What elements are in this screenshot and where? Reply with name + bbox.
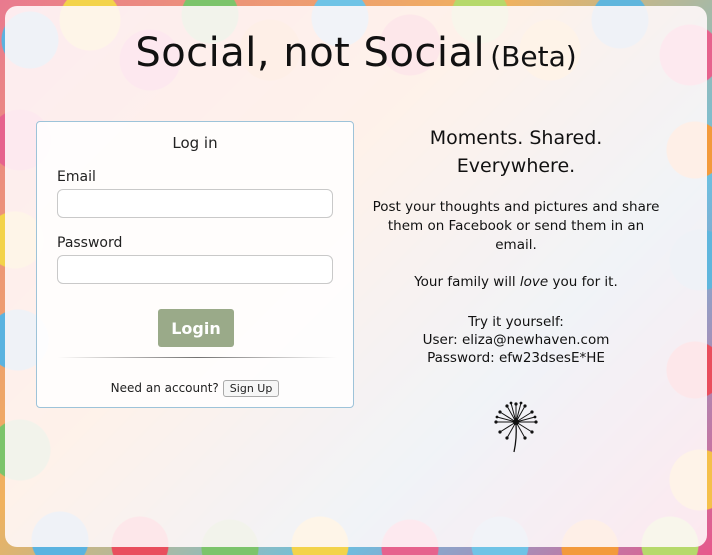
demo-credentials: Try it yourself: User: eliza@newhaven.co… — [366, 313, 666, 367]
login-button[interactable]: Login — [158, 309, 234, 347]
try-heading: Try it yourself: — [468, 314, 564, 330]
tagline-line-1: Moments. Shared. — [429, 127, 603, 149]
email-field[interactable] — [57, 189, 333, 218]
family-text: Your family will love you for it. — [366, 274, 666, 290]
beta-label: (Beta) — [490, 40, 577, 73]
tagline: Moments. Shared. Everywhere. — [366, 124, 666, 180]
tagline-line-2: Everywhere. — [456, 155, 576, 177]
login-card: Log in Email Password Login Need an acco… — [36, 121, 354, 408]
sign-up-button[interactable]: Sign Up — [222, 380, 280, 397]
divider — [57, 357, 337, 358]
demo-user: User: eliza@newhaven.com — [422, 332, 610, 348]
description-line-1: Post your thoughts and pictures and shar… — [372, 199, 660, 215]
description-line-2: them on Facebook or send them in an — [387, 218, 645, 234]
family-emphasis: love — [519, 274, 549, 290]
page-title: Social, not Social (Beta) — [0, 30, 712, 76]
need-account-text: Need an account? — [110, 381, 219, 395]
family-prefix: Your family will — [414, 274, 520, 290]
demo-password: Password: efw23dsesE*HE — [427, 350, 605, 366]
login-heading: Log in — [172, 134, 218, 152]
family-suffix: you for it. — [548, 274, 618, 290]
site-name: Social, not Social — [135, 30, 486, 76]
password-field[interactable] — [57, 255, 333, 284]
signup-row: Need an account? Sign Up — [37, 380, 353, 397]
description: Post your thoughts and pictures and shar… — [366, 198, 666, 255]
description-line-3: email. — [495, 237, 537, 253]
dandelion-icon — [494, 401, 538, 453]
email-label: Email — [57, 169, 96, 185]
password-label: Password — [57, 235, 123, 251]
